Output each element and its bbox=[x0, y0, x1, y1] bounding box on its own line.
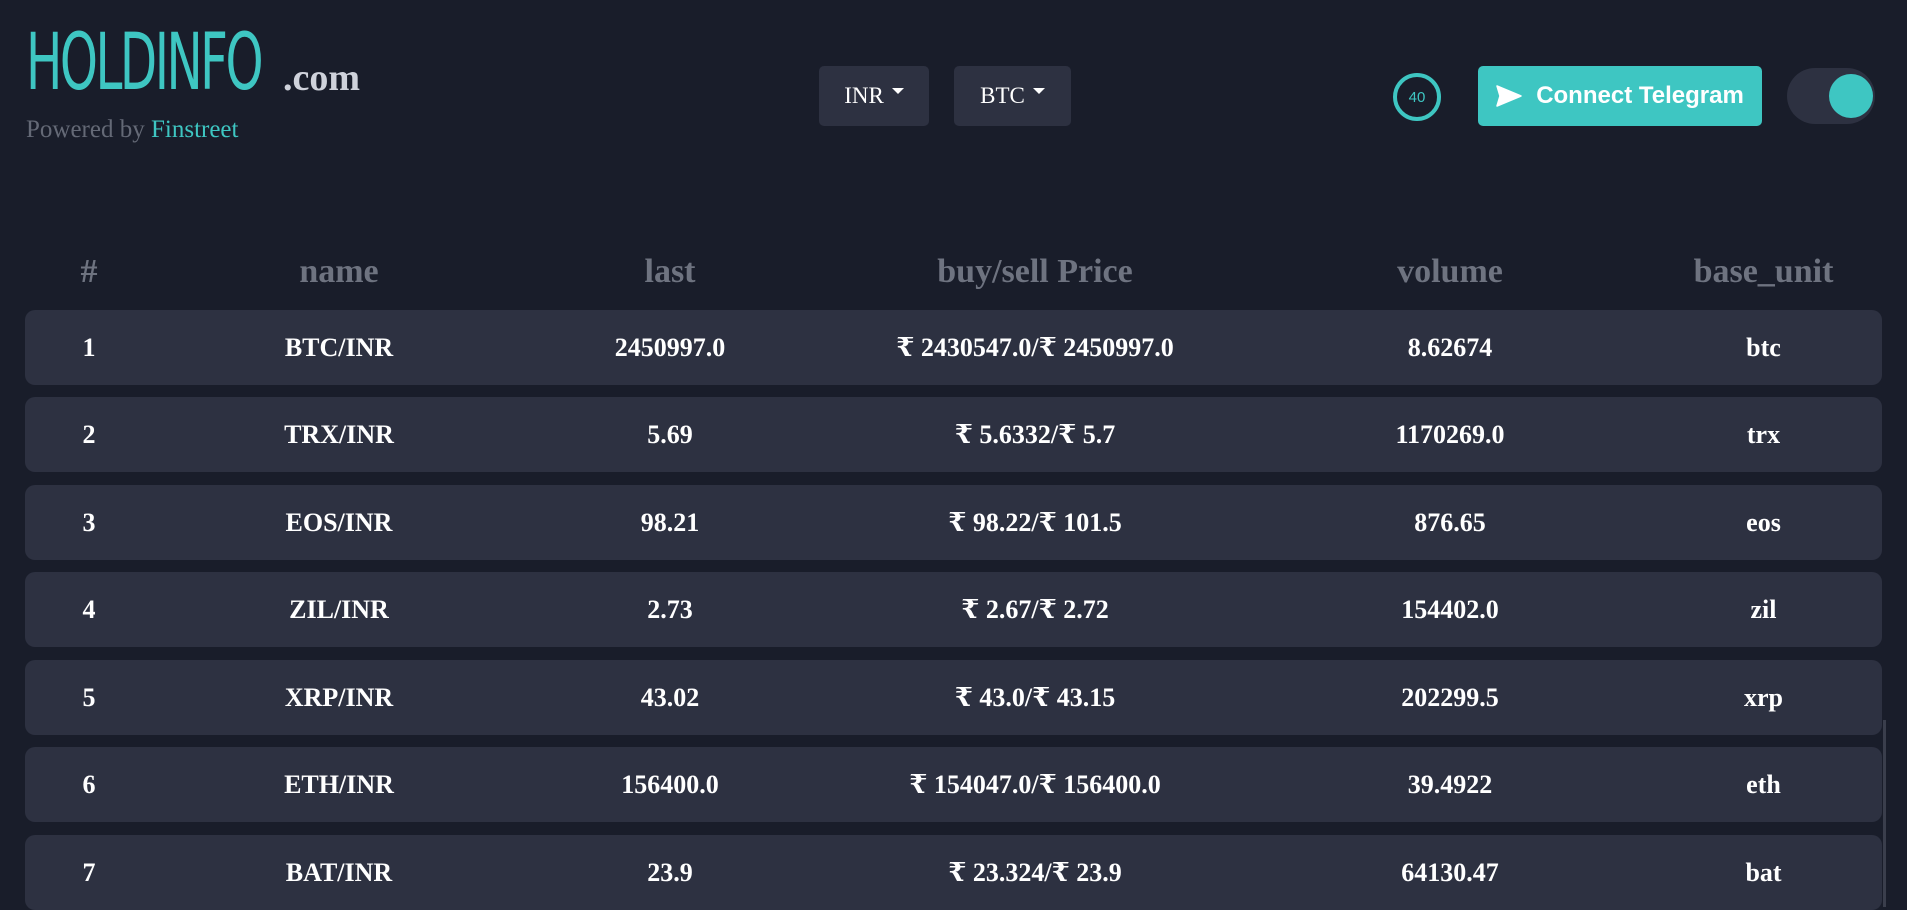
logo-text: HOLDINFO bbox=[26, 18, 264, 108]
row-last: 2.73 bbox=[647, 595, 693, 624]
row-base-unit: eth bbox=[1746, 770, 1781, 799]
row-last: 98.21 bbox=[640, 508, 700, 537]
column-header-base-unit: base_unit bbox=[1693, 253, 1834, 290]
row-volume: 154402.0 bbox=[1401, 595, 1499, 624]
row-last: 43.02 bbox=[640, 683, 700, 712]
row-name: EOS/INR bbox=[285, 508, 393, 537]
row-base-unit: xrp bbox=[1744, 683, 1783, 712]
row-buy-sell-price: ₹ 2.67/₹ 2.72 bbox=[961, 595, 1109, 624]
caret-down-icon bbox=[891, 88, 904, 94]
row-index: 4 bbox=[82, 595, 96, 624]
connect-telegram-label: Connect Telegram bbox=[1536, 82, 1744, 109]
table-row[interactable]: 7 BAT/INR 23.9 ₹ 23.324/₹ 23.9 64130.47 … bbox=[25, 835, 1882, 910]
row-name: ETH/INR bbox=[284, 770, 394, 799]
connect-telegram-button[interactable]: Connect Telegram bbox=[1478, 66, 1762, 126]
row-base-unit: bat bbox=[1745, 858, 1782, 887]
row-index: 6 bbox=[82, 770, 96, 799]
row-buy-sell-price: ₹ 98.22/₹ 101.5 bbox=[948, 508, 1122, 537]
refresh-countdown: 40 bbox=[1393, 73, 1441, 121]
row-name: ZIL/INR bbox=[289, 595, 389, 624]
row-last: 23.9 bbox=[647, 858, 693, 887]
row-base-unit: eos bbox=[1746, 508, 1781, 537]
row-last: 2450997.0 bbox=[614, 333, 726, 362]
table-header: # name last buy/sell Price volume base_u… bbox=[25, 242, 1882, 302]
row-base-unit: trx bbox=[1746, 420, 1781, 449]
currency-dropdown[interactable]: INR bbox=[819, 66, 929, 126]
row-name: TRX/INR bbox=[284, 420, 394, 449]
coin-dropdown[interactable]: BTC bbox=[954, 66, 1071, 126]
row-volume: 39.4922 bbox=[1407, 770, 1493, 799]
row-index: 5 bbox=[82, 683, 96, 712]
currency-dropdown-label: INR bbox=[844, 83, 884, 108]
toggle-knob bbox=[1829, 74, 1873, 118]
row-buy-sell-price: ₹ 154047.0/₹ 156400.0 bbox=[909, 770, 1161, 799]
row-index: 7 bbox=[82, 858, 96, 887]
page-scrollbar[interactable] bbox=[1883, 720, 1886, 907]
row-buy-sell-price: ₹ 5.6332/₹ 5.7 bbox=[954, 420, 1116, 449]
row-index: 3 bbox=[82, 508, 96, 537]
table-row[interactable]: 6 ETH/INR 156400.0 ₹ 154047.0/₹ 156400.0… bbox=[25, 747, 1882, 822]
caret-down-icon bbox=[1032, 88, 1045, 94]
table-row[interactable]: 5 XRP/INR 43.02 ₹ 43.0/₹ 43.15 202299.5 … bbox=[25, 660, 1882, 735]
table-row[interactable]: 4 ZIL/INR 2.73 ₹ 2.67/₹ 2.72 154402.0 zi… bbox=[25, 572, 1882, 647]
column-header-name: name bbox=[299, 253, 379, 290]
row-index: 1 bbox=[82, 333, 96, 362]
site-logo[interactable]: HOLDINFO .com bbox=[26, 22, 360, 104]
table-row[interactable]: 3 EOS/INR 98.21 ₹ 98.22/₹ 101.5 876.65 e… bbox=[25, 485, 1882, 560]
row-name: BAT/INR bbox=[285, 858, 393, 887]
logo-suffix: .com bbox=[283, 57, 361, 99]
row-volume: 1170269.0 bbox=[1395, 420, 1505, 449]
row-base-unit: zil bbox=[1750, 595, 1777, 624]
table-row[interactable]: 1 BTC/INR 2450997.0 ₹ 2430547.0/₹ 245099… bbox=[25, 310, 1882, 385]
row-buy-sell-price: ₹ 2430547.0/₹ 2450997.0 bbox=[896, 333, 1174, 362]
powered-by-label: Powered by bbox=[26, 116, 145, 143]
row-name: BTC/INR bbox=[284, 333, 394, 362]
row-volume: 64130.47 bbox=[1401, 858, 1499, 887]
row-volume: 202299.5 bbox=[1401, 683, 1499, 712]
row-volume: 876.65 bbox=[1414, 508, 1486, 537]
column-header-buy-sell-price: buy/sell Price bbox=[937, 253, 1133, 290]
row-buy-sell-price: ₹ 43.0/₹ 43.15 bbox=[954, 683, 1116, 712]
column-header-index: # bbox=[80, 253, 98, 290]
row-volume: 8.62674 bbox=[1407, 333, 1493, 362]
coin-dropdown-label: BTC bbox=[980, 83, 1025, 108]
column-header-volume: volume bbox=[1397, 253, 1503, 290]
column-header-last: last bbox=[644, 253, 696, 290]
row-last: 5.69 bbox=[647, 420, 693, 449]
row-index: 2 bbox=[82, 420, 96, 449]
powered-by-brand-link[interactable]: Finstreet bbox=[151, 116, 239, 143]
row-last: 156400.0 bbox=[621, 770, 719, 799]
paper-plane-icon bbox=[1496, 85, 1522, 107]
theme-toggle[interactable] bbox=[1787, 68, 1875, 124]
row-buy-sell-price: ₹ 23.324/₹ 23.9 bbox=[948, 858, 1122, 887]
powered-by: Powered by Finstreet bbox=[26, 116, 238, 144]
table-row[interactable]: 2 TRX/INR 5.69 ₹ 5.6332/₹ 5.7 1170269.0 … bbox=[25, 397, 1882, 472]
row-name: XRP/INR bbox=[284, 683, 394, 712]
row-base-unit: btc bbox=[1746, 333, 1781, 362]
